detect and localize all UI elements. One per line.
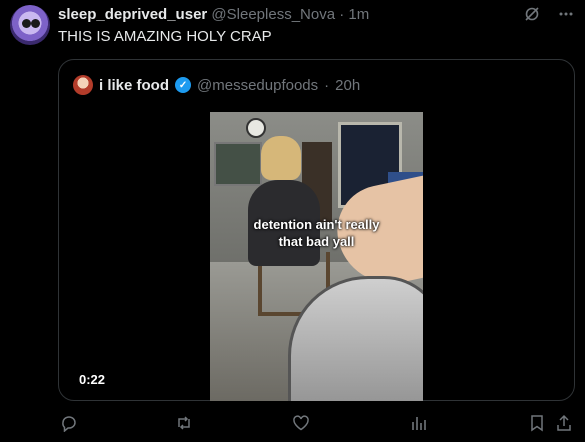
author-handle[interactable]: @Sleepless_Nova	[211, 6, 335, 23]
verified-badge-icon: ✓	[175, 77, 192, 93]
post-action-bar	[58, 414, 575, 438]
video-player[interactable]: detention ain't really that bad yall	[210, 112, 423, 401]
quoted-author-display-name[interactable]: i like food	[99, 77, 169, 94]
reply-icon[interactable]	[60, 414, 78, 437]
post-header: sleep_deprived_user @Sleepless_Nova · 1m	[58, 6, 369, 23]
post-time[interactable]: 1m	[348, 6, 369, 23]
quoted-post[interactable]: i like food ✓ @messedupfoods · 20h deten…	[58, 59, 575, 401]
more-icon[interactable]	[557, 5, 575, 23]
share-icon[interactable]	[555, 414, 573, 437]
repost-icon[interactable]	[175, 414, 193, 437]
avatar-eye-left	[22, 19, 31, 28]
quoted-post-time[interactable]: 20h	[335, 77, 360, 94]
video-caption-line-1: detention ain't really	[253, 217, 380, 232]
quoted-time-separator: ·	[324, 76, 330, 94]
quoted-post-header: i like food ✓ @messedupfoods · 20h	[73, 75, 360, 95]
author-avatar[interactable]	[10, 5, 50, 45]
bookmark-icon[interactable]	[528, 414, 546, 437]
post-top-actions	[523, 5, 575, 23]
video-scene-person-hair	[261, 136, 301, 180]
video-scene-clock	[246, 118, 266, 138]
views-icon[interactable]	[410, 414, 428, 437]
quoted-author-avatar[interactable]	[73, 75, 93, 95]
video-caption: detention ain't really that bad yall	[210, 216, 423, 250]
quoted-author-handle[interactable]: @messedupfoods	[197, 77, 318, 94]
like-icon[interactable]	[292, 414, 310, 437]
time-separator: ·	[339, 6, 345, 23]
post-text: THIS IS AMAZING HOLY CRAP	[58, 28, 272, 45]
video-scene-board	[214, 142, 262, 186]
grok-icon[interactable]	[523, 5, 541, 23]
video-caption-line-2: that bad yall	[278, 234, 355, 249]
video-duration: 0:22	[79, 372, 106, 387]
avatar-eye-right	[31, 19, 40, 28]
author-display-name[interactable]: sleep_deprived_user	[58, 6, 207, 23]
